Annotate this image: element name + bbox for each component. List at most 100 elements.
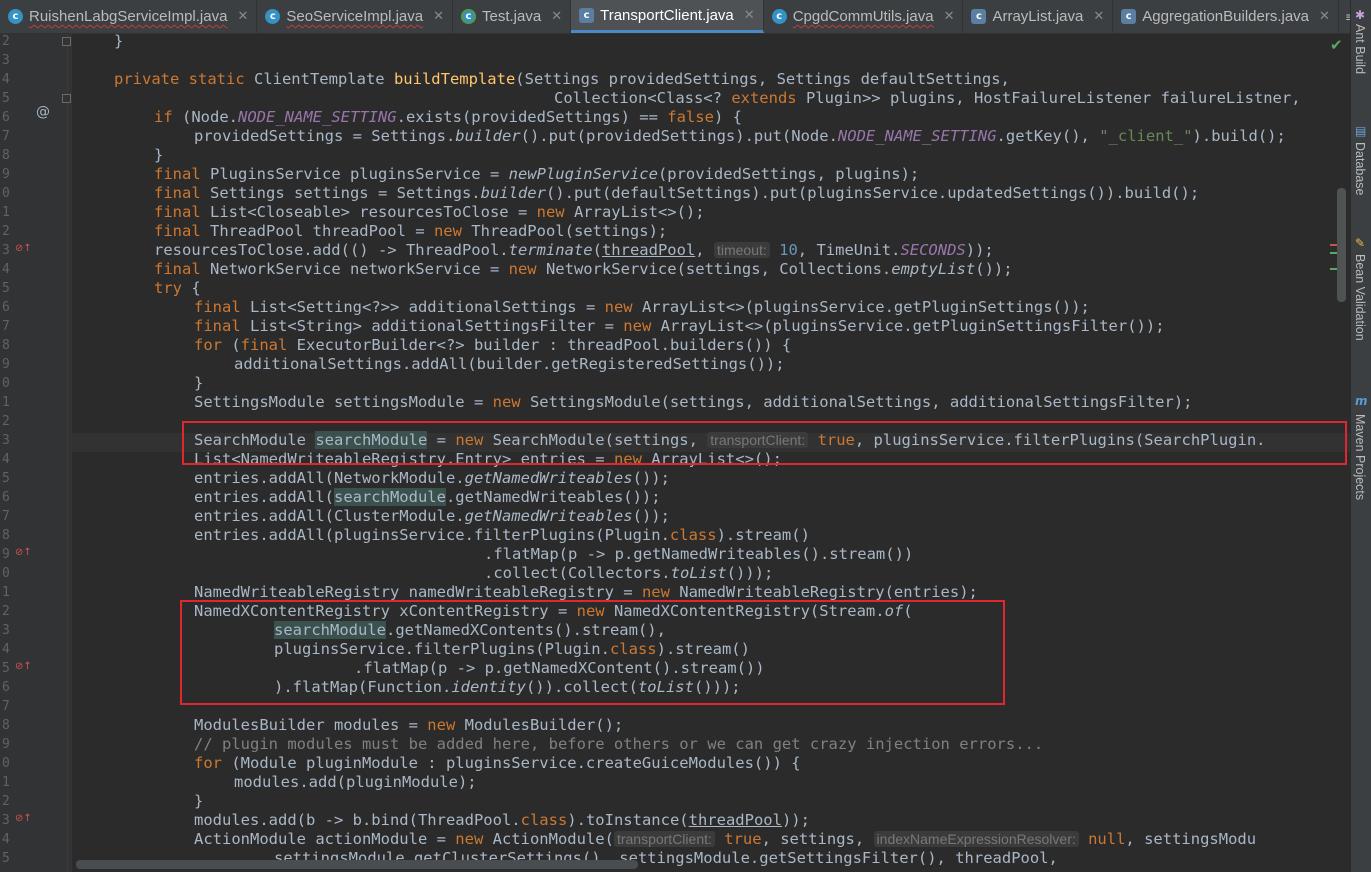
code-token: ).toInstance( [567,811,689,829]
code-token: ())); [726,564,774,582]
code-token: terminate [508,241,593,259]
close-icon[interactable]: ✕ [1093,9,1104,24]
database-panel-button[interactable]: Database [1353,142,1367,196]
line-number: 0 [2,186,10,201]
parameter-hint: timeout: [713,242,770,258]
code-token: ExecutorBuilder<?> builder : threadPool.… [296,336,792,354]
code-token: PluginsService pluginsService = [210,165,509,183]
code-token: ).stream() [716,526,810,544]
code-token: buildTemplate [393,70,516,88]
line-number: 1 [2,775,10,790]
code-token: ArrayList<>(pluginsService.getPluginSett… [641,298,1090,316]
code-token: null [1088,830,1126,848]
code-token: getNamedWriteables [464,469,633,487]
tab-label: ArrayList.java [992,8,1084,25]
lambda-breakpoint-icon[interactable]: ⊘↑ [15,661,32,675]
code-token: ModulesBuilder(); [464,716,624,734]
tab-label: SeoServiceImpl.java [286,8,424,25]
editor-tab[interactable]: c SeoServiceImpl.java ✕ [257,0,453,33]
code-token: // plugin modules must be added here, be… [194,735,1044,753]
line-number: 5 [2,281,10,296]
close-icon[interactable]: ✕ [551,9,562,24]
horizontal-scrollbar[interactable] [76,860,638,869]
lambda-breakpoint-icon[interactable]: ⊘↑ [15,243,32,257]
code-token: new [623,317,661,335]
close-icon[interactable]: ✕ [433,9,444,24]
fold-marker-icon[interactable] [62,37,71,46]
editor-tab[interactable]: c AggregationBuilders.java ✕ [1113,0,1339,33]
code-line: modules.add(b -> b.bind(ThreadPool.class… [194,811,810,830]
code-token: Collection<Class<? [554,89,732,107]
ant-build-panel-button[interactable]: Ant Build [1353,24,1367,74]
line-number: 7 [2,509,10,524]
code-token: toList [670,564,727,582]
code-token: final [240,336,297,354]
right-tool-window-strip: ✱ Ant Build ▤ Database ✎ Bean Validation… [1350,0,1371,872]
code-line: additionalSettings.addAll(builder.getReg… [234,355,785,374]
editor-tab[interactable]: c RuishenLabgServiceImpl.java ✕ [0,0,258,33]
code-token: modules.add(pluginModule); [234,773,477,791]
code-token: ).build(); [1192,127,1286,145]
code-token: new [604,298,642,316]
editor-tab[interactable]: c CpgdCommUtils.java ✕ [764,0,964,33]
override-at-icon[interactable]: @ [36,104,50,120]
editor-tab[interactable]: c Test.java ✕ [453,0,572,33]
code-token: new [492,393,530,411]
close-icon[interactable]: ✕ [237,9,248,24]
code-line: providedSettings = Settings.builder().pu… [194,127,1286,146]
class-icon: c [8,9,23,24]
code-token: if [154,108,182,126]
code-token: modules.add(b -> b.bind(ThreadPool. [194,811,521,829]
editor-tab[interactable]: c TransportClient.java ✕ [571,0,764,33]
code-line: try { [154,279,201,298]
code-token: false [667,108,714,126]
inspection-ok-icon[interactable]: ✔ [1330,36,1343,54]
line-number: 4 [2,832,10,847]
library-class-icon: c [579,7,595,23]
code-token: (Settings providedSettings, Settings def… [515,70,1010,88]
code-token: Plugin>> plugins, HostFailureListener fa… [805,89,1301,107]
code-token: new [433,222,472,240]
ant-build-icon: ✱ [1355,8,1366,22]
lambda-breakpoint-icon[interactable]: ⊘↑ [15,813,32,827]
editor-tab-bar: c RuishenLabgServiceImpl.java ✕ c SeoService… [0,0,1350,34]
code-line: SettingsModule settingsModule = new Sett… [194,393,1193,412]
parameter-hint: indexNameExpressionResolver: [873,831,1079,847]
line-number: 8 [2,528,10,543]
code-token: NODE_NAME_SETTING [837,127,997,145]
code-token: ().put(providedSettings).put(Node. [520,127,838,145]
line-number: 0 [2,756,10,771]
close-icon[interactable]: ✕ [944,9,955,24]
code-token: true [724,830,762,848]
code-token: , TimeUnit. [797,241,901,259]
class-icon: c [265,9,281,24]
code-token: try [154,279,192,297]
vertical-scrollbar[interactable] [1337,188,1346,302]
code-token: SettingsModule(settings, additionalSetti… [529,393,1193,411]
lambda-breakpoint-icon[interactable]: ⊘↑ [15,547,32,561]
code-token: NODE_NAME_SETTING [238,108,397,126]
tab-overflow-menu-icon[interactable]: ≡ [1339,0,1350,33]
library-class-icon: c [1121,9,1137,24]
code-line: // plugin modules must be added here, be… [194,735,1043,754]
line-number: 5 [2,661,10,676]
code-token: final [194,298,250,316]
bean-validation-panel-button[interactable]: Bean Validation [1353,254,1367,341]
maven-projects-panel-button[interactable]: Maven Projects [1353,414,1367,500]
code-token: threadPool [688,811,782,829]
code-token: } [194,792,204,810]
line-number: 8 [2,718,10,733]
line-number: 6 [2,680,10,695]
code-token: builder [480,184,546,202]
code-line: .flatMap(p -> p.getNamedWriteables().str… [484,545,913,564]
code-line: } [114,34,123,51]
code-line: Collection<Class<? extends Plugin>> plug… [554,89,1301,108]
code-token: extends [731,89,806,107]
close-icon[interactable]: ✕ [1319,9,1330,24]
editor-tab[interactable]: c ArrayList.java ✕ [963,0,1114,33]
code-token: new [536,203,574,221]
code-token: .getKey(), [996,127,1100,145]
close-icon[interactable]: ✕ [744,8,755,23]
fold-marker-icon[interactable] [62,94,71,103]
code-token: .flatMap(p -> p.getNamedWriteables().str… [484,545,914,563]
